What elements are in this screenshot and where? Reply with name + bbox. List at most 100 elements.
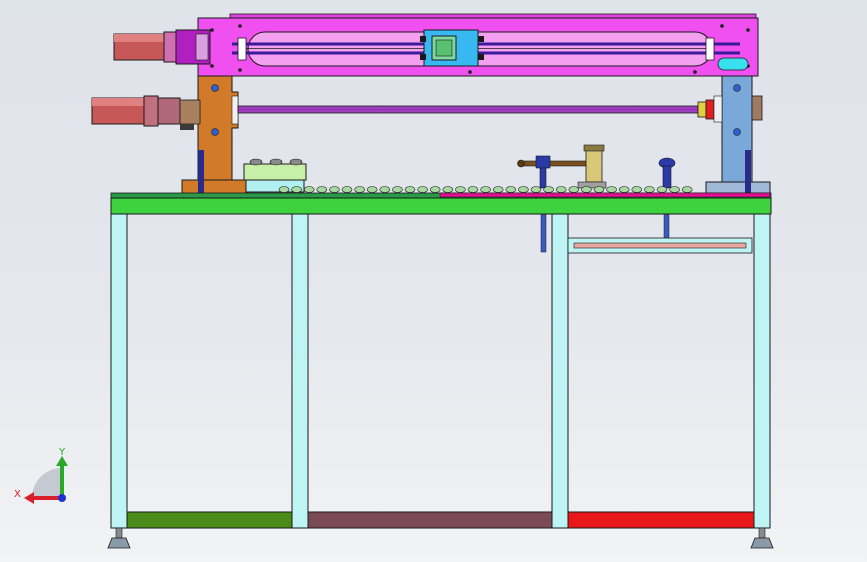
conveyor-roller <box>606 186 617 193</box>
carriage-block <box>478 36 484 42</box>
workbench-frame <box>110 213 771 529</box>
rod-end-nut <box>697 101 707 118</box>
triad-x-arrow <box>24 492 34 504</box>
shelf-bay-center <box>307 511 553 529</box>
handle-stem <box>539 167 547 189</box>
bracket-left-base <box>181 179 249 195</box>
conveyor-roller <box>518 186 529 193</box>
conveyor-roller <box>366 186 378 193</box>
coupling-plate <box>195 33 209 61</box>
hole <box>238 68 242 72</box>
conveyor-roller <box>492 186 504 193</box>
carriage-block <box>420 54 426 60</box>
handle-post <box>535 155 551 169</box>
conveyor-roller <box>593 186 605 193</box>
clamp-handle <box>517 144 607 189</box>
right-bracket <box>705 75 771 195</box>
conveyor-roller <box>455 186 466 193</box>
knob <box>289 158 303 166</box>
hole <box>733 128 741 136</box>
motor-adapter <box>157 97 181 125</box>
hole <box>720 24 724 28</box>
bracket-left-spacer <box>198 150 204 194</box>
conveyor-roller <box>341 186 353 193</box>
conveyor-roller <box>392 186 403 193</box>
conveyor-roller <box>505 186 517 193</box>
triad-z-origin <box>58 494 66 502</box>
conveyor-roller <box>631 186 643 193</box>
tray-plate <box>573 242 747 249</box>
hole <box>211 128 219 136</box>
tabletop-beam <box>110 197 772 215</box>
rail-pink <box>439 192 771 198</box>
tabletop <box>110 192 772 215</box>
hole <box>693 70 697 74</box>
frame-leg-mid-left <box>291 213 309 529</box>
conveyor-roller <box>581 186 592 193</box>
hole <box>746 28 750 32</box>
lower-linear-module <box>237 99 715 120</box>
upper-beam-top-strip <box>229 13 757 19</box>
end-cap-right <box>705 37 715 61</box>
triad-x-label: X <box>14 489 21 500</box>
under-rod <box>540 213 547 253</box>
bracket-right-spacer <box>745 150 751 194</box>
upper-linear-module <box>197 13 759 77</box>
conveyor-roller <box>555 186 567 193</box>
conveyor-roller <box>442 186 454 193</box>
conveyor-roller <box>316 186 328 193</box>
conveyor-roller <box>644 186 655 193</box>
hole <box>211 84 219 92</box>
end-cap-left <box>237 37 247 61</box>
servo-motor-upper <box>113 29 211 65</box>
conveyor-roller <box>568 186 580 193</box>
bracket-right-base <box>705 181 771 195</box>
clamp-cap <box>583 144 605 152</box>
end-knob <box>751 95 763 121</box>
conveyor-roller <box>278 186 290 193</box>
conveyor-rollers <box>278 186 693 193</box>
conveyor-roller <box>480 186 491 193</box>
hole <box>733 84 741 92</box>
frame-leg-mid-right <box>551 213 569 529</box>
shelf-bay-right <box>567 511 755 529</box>
conveyor-roller <box>543 186 554 193</box>
conveyor-roller <box>379 186 391 193</box>
clamp-body <box>585 149 603 183</box>
handle-knob <box>517 159 525 168</box>
slider-nut <box>435 39 453 57</box>
foot-pad-right <box>750 537 774 549</box>
conveyor-roller <box>618 186 630 193</box>
carriage-block <box>478 54 484 60</box>
post-shaft-upper <box>662 165 672 189</box>
cad-viewport[interactable]: Y X <box>0 0 867 562</box>
feeder-top <box>243 163 307 181</box>
orientation-triad: Y X <box>14 447 68 504</box>
conveyor-roller <box>303 186 315 193</box>
shelf-bay-left <box>126 511 293 529</box>
left-bracket <box>181 75 249 195</box>
conveyor-roller <box>404 186 416 193</box>
motor-mount <box>180 124 194 130</box>
foot-stem <box>758 527 766 539</box>
conveyor-roller <box>681 186 693 193</box>
bearing-seat <box>713 95 723 123</box>
bearing-seat <box>231 95 239 125</box>
reducer <box>179 99 201 125</box>
conveyor-roller <box>417 186 428 193</box>
handle-bar <box>521 160 593 167</box>
frame-leg-left <box>110 213 128 529</box>
conveyor-roller <box>429 186 441 193</box>
conveyor-roller <box>329 186 340 193</box>
hole <box>468 70 472 74</box>
conveyor-roller <box>669 186 680 193</box>
motor-flange <box>163 31 177 63</box>
motor-highlight <box>92 98 144 106</box>
hole <box>238 24 242 28</box>
triad-quadrant <box>32 468 62 498</box>
conveyor-roller <box>291 186 302 193</box>
motor-highlight <box>114 34 164 42</box>
sensor-window <box>717 57 749 71</box>
conveyor-roller <box>354 186 365 193</box>
motor-flange <box>143 95 159 127</box>
